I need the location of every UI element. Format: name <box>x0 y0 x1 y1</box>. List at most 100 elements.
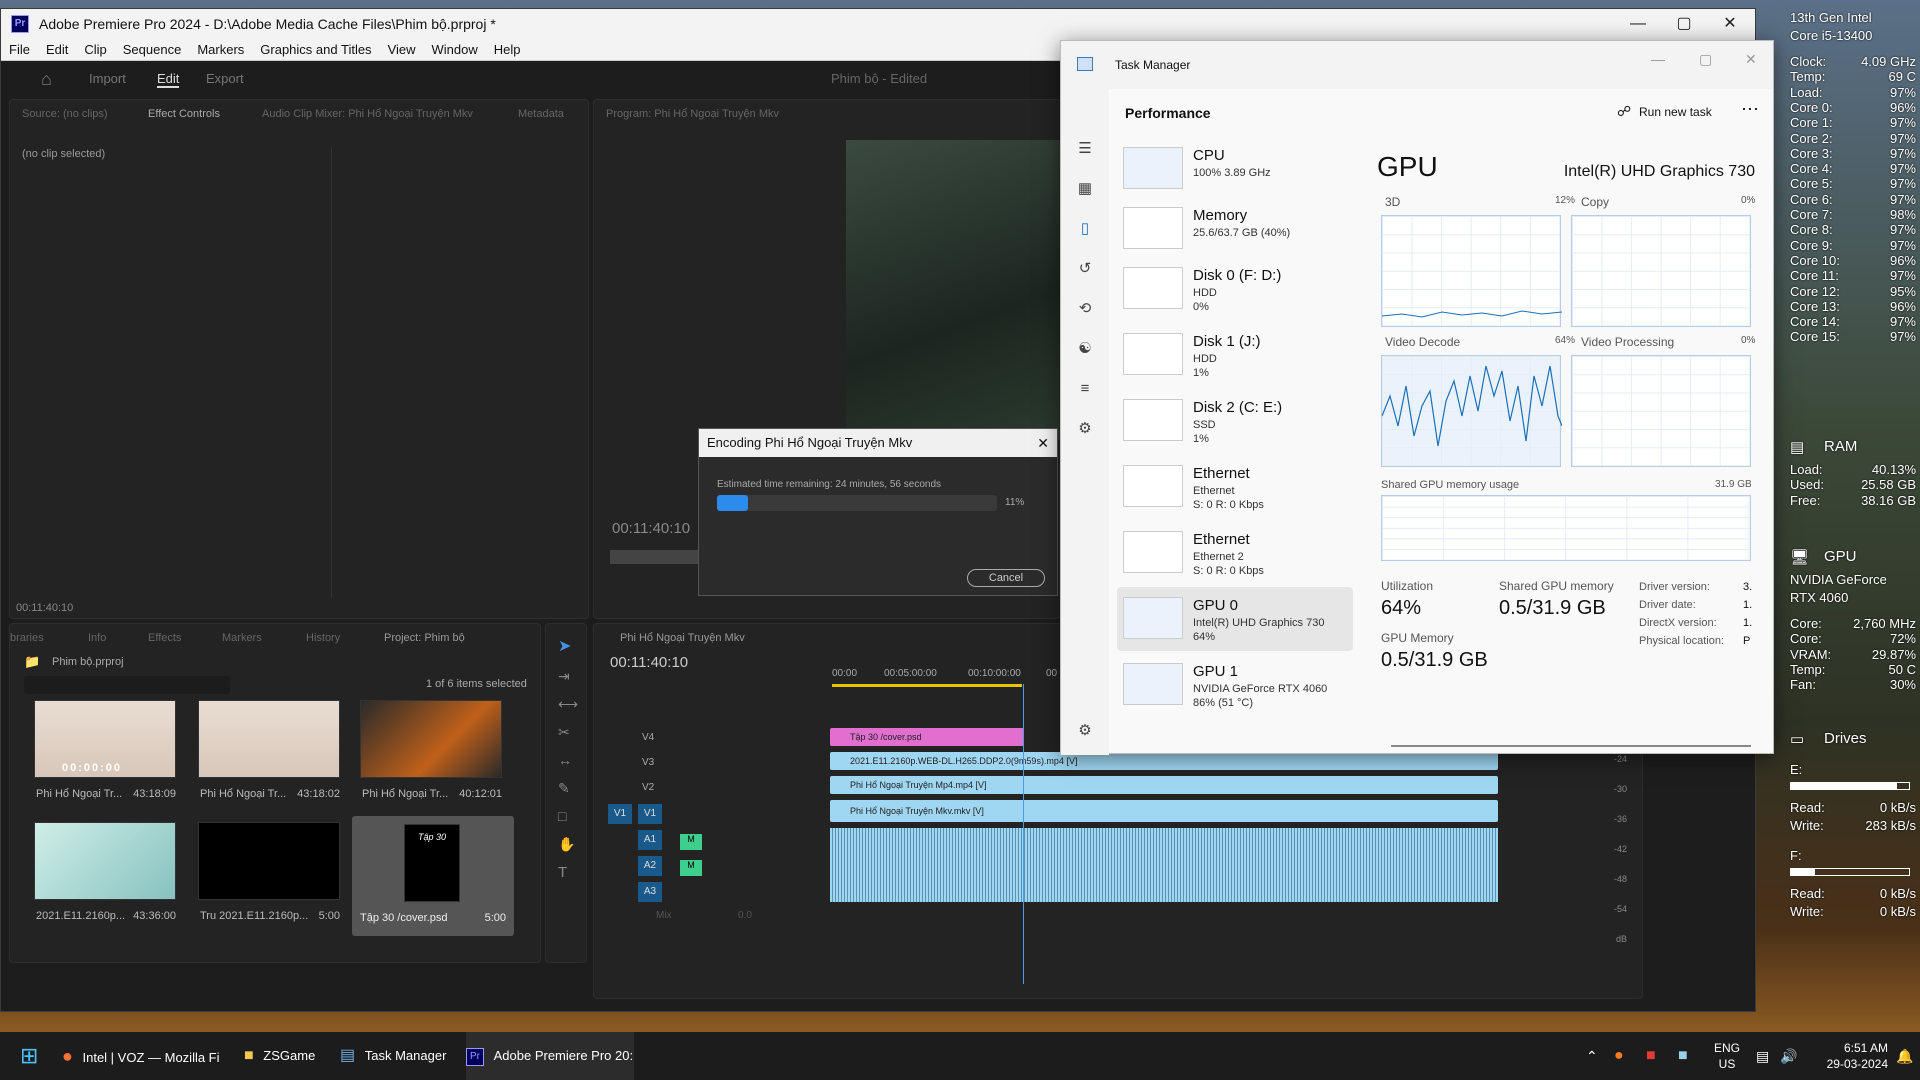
tm-maximize-button[interactable]: ▢ <box>1699 51 1712 68</box>
run-new-task-button[interactable]: Run new task <box>1639 105 1712 119</box>
perf-item-memory[interactable]: Memory 25.6/63.7 GB (40%) <box>1117 197 1353 261</box>
app-history-icon[interactable]: ↺ <box>1075 259 1095 279</box>
clip-thumb-3[interactable]: Phi Hổ Ngoại Tr... 40:12:01 <box>360 700 502 812</box>
chevron-up-icon[interactable]: ⌃ <box>1586 1032 1598 1080</box>
audio-clips[interactable] <box>830 828 1498 902</box>
tab-effects[interactable]: Effects <box>148 632 181 644</box>
perf-item-cpu[interactable]: CPU 100% 3.89 GHz <box>1117 137 1353 201</box>
perf-item-gpu0[interactable]: GPU 0 Intel(R) UHD Graphics 730 64% <box>1117 587 1353 651</box>
tm-close-button[interactable]: ✕ <box>1745 51 1757 68</box>
tab-project[interactable]: Project: Phim bộ <box>384 632 465 644</box>
pen-icon[interactable]: ✎ <box>558 780 570 797</box>
clip-v3[interactable]: 2021.E11.2160p.WEB-DL.H265.DDP2.0(9m59s)… <box>830 752 1498 770</box>
users-icon[interactable]: ☯ <box>1075 339 1095 359</box>
startup-apps-icon[interactable]: ⟲ <box>1075 299 1095 319</box>
taskbar-app-taskmgr[interactable]: ▤ Task Manager <box>340 1032 456 1080</box>
clip-thumb-1[interactable]: 00:00:00 Phi Hổ Ngoại Tr... 43:18:09 <box>34 700 176 812</box>
language-indicator[interactable]: ENG US <box>1714 1040 1740 1072</box>
solo-a2-button[interactable]: M <box>680 860 702 876</box>
run-task-icon[interactable]: ☍ <box>1617 103 1631 120</box>
taskbar-app-firefox[interactable]: ● Intel | VOZ — Mozilla Fi <box>62 1032 232 1080</box>
work-area-bar[interactable] <box>832 684 1022 687</box>
tab-metadata[interactable]: Metadata <box>518 108 564 120</box>
taskbar-app-zsgame[interactable]: ■ ZSGame <box>244 1032 330 1080</box>
selection-tool-icon[interactable]: ➤ <box>558 636 571 656</box>
hamburger-icon[interactable]: ☰ <box>1075 139 1095 159</box>
start-icon[interactable]: ⊞ <box>20 1032 38 1080</box>
more-options-icon[interactable]: ⋯ <box>1741 99 1759 120</box>
menu-view[interactable]: View <box>380 39 424 61</box>
tray-app-icon[interactable]: ■ <box>1678 1032 1688 1080</box>
menu-markers[interactable]: Markers <box>189 39 252 61</box>
tab-info[interactable]: Info <box>88 632 106 644</box>
solo-a1-button[interactable]: M <box>680 834 702 850</box>
home-icon[interactable]: ⌂ <box>41 69 52 90</box>
tray-app-icon[interactable]: ● <box>1614 1032 1624 1080</box>
perf-item-ethernet1[interactable]: Ethernet Ethernet S: 0 R: 0 Kbps <box>1117 455 1353 519</box>
type-tool-icon[interactable]: T <box>558 864 567 881</box>
clip-v2[interactable]: Phi Hổ Ngoại Truyện Mp4.mp4 [V] <box>830 776 1498 794</box>
slip-icon[interactable]: ↔ <box>558 752 572 768</box>
track-header-a2[interactable]: A2 <box>638 856 662 876</box>
track-header-a1[interactable]: A1 <box>638 830 662 850</box>
services-icon[interactable]: ⚙ <box>1075 419 1095 439</box>
perf-item-disk1[interactable]: Disk 1 (J:) HDD 1% <box>1117 323 1353 387</box>
clock[interactable]: 6:51 AM 29-03-2024 <box>1808 1040 1888 1072</box>
track-header-v1[interactable]: V1 <box>638 804 662 824</box>
menu-window[interactable]: Window <box>424 39 486 61</box>
razor-icon[interactable]: ✂ <box>558 724 570 741</box>
tab-export[interactable]: Export <box>206 71 244 86</box>
project-search-input[interactable] <box>24 676 230 694</box>
menu-help[interactable]: Help <box>486 39 529 61</box>
tab-program[interactable]: Program: Phi Hổ Ngoại Truyện Mkv <box>606 108 779 120</box>
notification-icon[interactable]: 🔔 <box>1896 1032 1913 1080</box>
source-patch-v1[interactable]: V1 <box>608 804 632 824</box>
maximize-button[interactable]: ▢ <box>1661 9 1707 39</box>
perf-item-disk2[interactable]: Disk 2 (C: E:) SSD 1% <box>1117 389 1353 453</box>
track-header-a3[interactable]: A3 <box>638 882 662 902</box>
menu-edit[interactable]: Edit <box>38 39 76 61</box>
taskbar-app-premiere[interactable]: Pr Adobe Premiere Pro 20: <box>466 1032 634 1080</box>
ripple-edit-icon[interactable]: ⟷ <box>558 696 578 713</box>
perf-item-ethernet2[interactable]: Ethernet Ethernet 2 S: 0 R: 0 Kbps <box>1117 521 1353 585</box>
processes-icon[interactable]: ▦ <box>1075 179 1095 199</box>
tab-source[interactable]: Source: (no clips) <box>22 108 108 120</box>
details-icon[interactable]: ≡ <box>1075 379 1095 399</box>
tm-horizontal-scrollbar[interactable] <box>1391 745 1751 747</box>
track-select-icon[interactable]: ⇥ <box>558 668 570 685</box>
volume-icon[interactable]: 🔊 <box>1780 1032 1797 1080</box>
menu-sequence[interactable]: Sequence <box>115 39 190 61</box>
clip-thumb-4[interactable]: 2021.E11.2160p... 43:36:00 <box>34 822 176 934</box>
menu-file[interactable]: File <box>1 39 38 61</box>
settings-icon[interactable]: ⚙ <box>1075 721 1095 741</box>
rectangle-icon[interactable]: □ <box>558 808 566 824</box>
perf-item-disk0[interactable]: Disk 0 (F: D:) HDD 0% <box>1117 257 1353 321</box>
clip-v1[interactable]: Phi Hổ Ngoại Truyện Mkv.mkv [V] <box>830 800 1498 822</box>
tm-minimize-button[interactable]: — <box>1651 51 1665 67</box>
program-scrub-bar[interactable] <box>610 550 710 564</box>
tab-timeline[interactable]: Phi Hổ Ngoại Truyện Mkv <box>620 632 745 644</box>
menu-graphics[interactable]: Graphics and Titles <box>252 39 379 61</box>
clip-thumb-6-selected[interactable]: Tập 30 Tập 30 /cover.psd 5:00 <box>352 816 514 936</box>
performance-icon[interactable]: ▯ <box>1075 219 1095 239</box>
clip-v4[interactable]: Tập 30 /cover.psd <box>830 728 1024 746</box>
tab-import[interactable]: Import <box>89 71 126 86</box>
perf-item-gpu1[interactable]: GPU 1 NVIDIA GeForce RTX 4060 86% (51 °C) <box>1117 653 1353 717</box>
playhead[interactable] <box>1023 684 1024 984</box>
tab-audio-clip-mixer[interactable]: Audio Clip Mixer: Phi Hổ Ngoại Truyện Mk… <box>262 108 473 120</box>
tab-history[interactable]: History <box>306 632 340 644</box>
cancel-button[interactable]: Cancel <box>967 569 1045 587</box>
tab-edit[interactable]: Edit <box>157 71 180 88</box>
hand-icon[interactable]: ✋ <box>558 836 575 853</box>
close-button[interactable]: ✕ <box>1707 9 1753 39</box>
network-icon[interactable]: ▤ <box>1756 1032 1769 1080</box>
clip-thumb-5[interactable]: Tru 2021.E11.2160p... 5:00 <box>198 822 340 934</box>
tab-libraries[interactable]: braries <box>10 632 44 644</box>
tab-markers[interactable]: Markers <box>222 632 262 644</box>
menu-clip[interactable]: Clip <box>76 39 114 61</box>
clip-thumb-2[interactable]: Phi Hổ Ngoại Tr... 43:18:02 <box>198 700 340 812</box>
tray-app-icon[interactable]: ■ <box>1646 1032 1656 1080</box>
encoding-close-icon[interactable]: ✕ <box>1037 429 1049 457</box>
tab-effect-controls[interactable]: Effect Controls <box>148 108 220 120</box>
minimize-button[interactable]: — <box>1615 9 1661 39</box>
